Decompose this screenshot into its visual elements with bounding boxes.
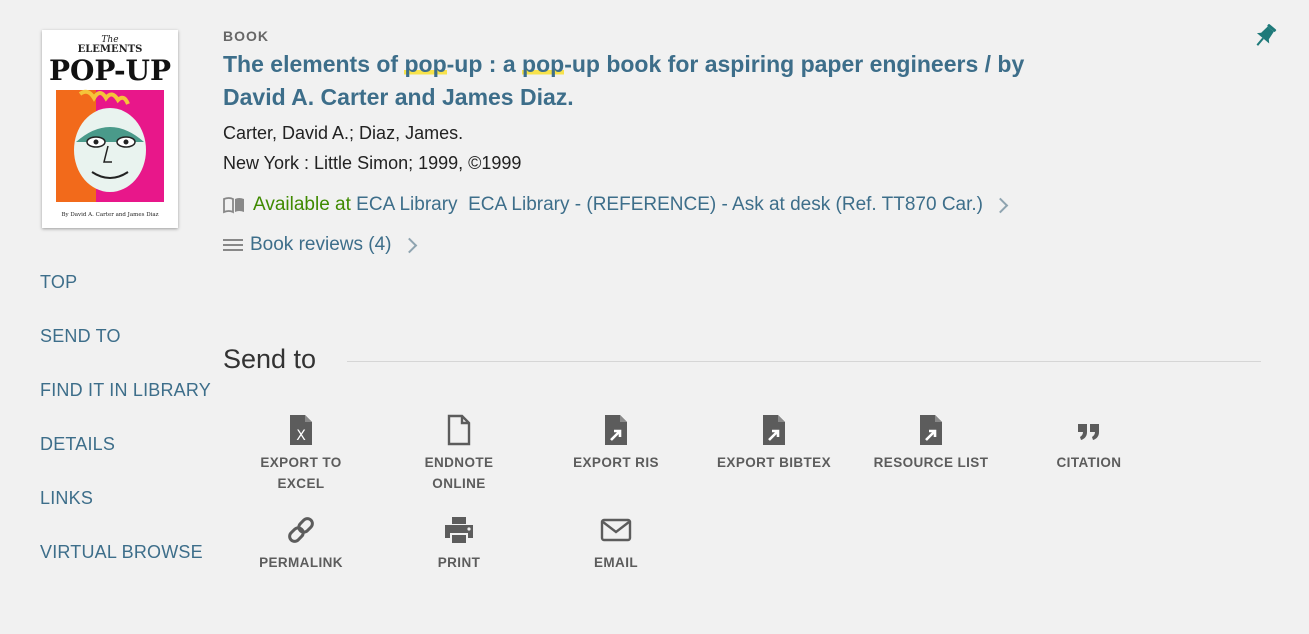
book-reviews-label: Book reviews (4) (250, 234, 392, 255)
action-label: ENDNOTE ONLINE (424, 455, 494, 491)
svg-text:X: X (296, 428, 306, 444)
list-icon (223, 239, 243, 251)
search-term-highlight: pop (404, 51, 447, 77)
export-bibtex-button[interactable]: EXPORT BIBTEX (709, 414, 839, 473)
chevron-right-icon (401, 237, 417, 253)
excel-file-icon: X (290, 415, 312, 445)
file-export-icon (920, 415, 942, 445)
file-icon (447, 414, 471, 446)
quote-icon (1078, 424, 1099, 440)
action-label: EXPORT RIS (573, 455, 659, 470)
cover-art: The ELEMENTS POP-UP By David A. Carter a… (42, 30, 178, 228)
file-export-icon (605, 415, 627, 445)
record-title-link[interactable]: The elements of pop-up : a pop-up book f… (223, 48, 1063, 114)
availability-location: ECA Library ECA Library - (REFERENCE) - … (356, 194, 983, 215)
open-book-icon (223, 197, 244, 214)
action-label: PRINT (437, 555, 481, 570)
nav-details[interactable]: DETAILS (40, 430, 211, 484)
record-details: BOOK The elements of pop-up : a pop-up b… (223, 28, 1123, 258)
envelope-icon (600, 518, 632, 542)
book-reviews-link[interactable]: Book reviews (4) (223, 232, 1123, 258)
endnote-online-button[interactable]: ENDNOTE ONLINE (394, 414, 524, 494)
nav-find-it-in-library[interactable]: FIND IT IN LIBRARY (40, 376, 211, 430)
action-label: EXPORT TO EXCEL (260, 455, 342, 491)
nav-virtual-browse[interactable]: VIRTUAL BROWSE (40, 538, 211, 592)
nav-top[interactable]: TOP (40, 268, 211, 322)
pin-record-button[interactable] (1252, 22, 1278, 50)
nav-send-to[interactable]: SEND TO (40, 322, 211, 376)
availability-status: Available at (253, 194, 351, 215)
action-label: RESOURCE LIST (873, 455, 989, 470)
print-button[interactable]: PRINT (394, 514, 524, 573)
send-to-heading: Send to (223, 344, 317, 374)
section-divider (347, 361, 1261, 362)
section-nav: TOP SEND TO FIND IT IN LIBRARY DETAILS L… (40, 268, 211, 592)
permalink-button[interactable]: PERMALINK (236, 514, 366, 573)
email-button[interactable]: EMAIL (551, 514, 681, 573)
citation-button[interactable]: CITATION (1024, 414, 1154, 473)
pin-icon (1256, 24, 1277, 46)
link-icon (288, 517, 314, 543)
book-cover-thumbnail[interactable]: The ELEMENTS POP-UP By David A. Carter a… (42, 30, 178, 228)
cover-text-popup: POP-UP (49, 54, 171, 87)
action-label: EMAIL (594, 555, 638, 570)
action-label: EXPORT BIBTEX (717, 455, 831, 470)
title-part: -up : a (446, 51, 523, 77)
export-to-excel-button[interactable]: X EXPORT TO EXCEL (236, 414, 366, 494)
chevron-right-icon (992, 197, 1009, 213)
action-label: CITATION (1056, 455, 1122, 470)
resource-list-button[interactable]: RESOURCE LIST (866, 414, 996, 473)
record-publication: New York : Little Simon; 1999, ©1999 (223, 153, 522, 173)
search-term-highlight: pop (522, 51, 565, 77)
export-ris-button[interactable]: EXPORT RIS (551, 414, 681, 473)
title-part: The elements of (223, 51, 405, 77)
printer-icon (445, 517, 473, 543)
availability-link[interactable]: Available at ECA Library ECA Library - (… (223, 192, 1123, 218)
file-export-icon (763, 415, 785, 445)
resource-type: BOOK (223, 28, 269, 44)
record-authors: Carter, David A.; Diaz, James. (223, 123, 464, 143)
action-label: PERMALINK (259, 555, 343, 570)
cover-byline: By David A. Carter and James Diaz (61, 212, 158, 218)
nav-links[interactable]: LINKS (40, 484, 211, 538)
